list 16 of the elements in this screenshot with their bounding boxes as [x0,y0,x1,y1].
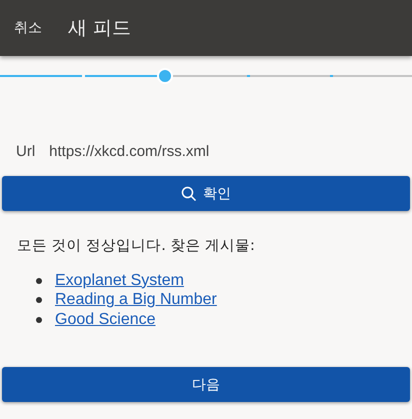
bullet-icon [36,278,42,284]
status-text: 모든 것이 정상입니다. 찾은 게시물: [17,237,256,255]
url-value: https://xkcd.com/rss.xml [49,143,210,160]
check-button[interactable]: 확인 [2,176,410,211]
bullet-icon [36,297,42,304]
bullet-icon [36,316,42,323]
post-link[interactable]: Reading a Big Number [55,291,217,310]
slider-thumb[interactable] [156,68,173,84]
step-slider[interactable] [0,68,412,84]
url-label: Url [16,143,36,160]
post-link[interactable]: Good Science [55,310,156,329]
search-icon [181,186,197,202]
cancel-button[interactable]: 취소 [6,13,50,43]
next-button[interactable]: 다음 [2,367,410,402]
post-link[interactable]: Exoplanet System [55,272,184,290]
page-title: 새 피드 [68,16,132,41]
